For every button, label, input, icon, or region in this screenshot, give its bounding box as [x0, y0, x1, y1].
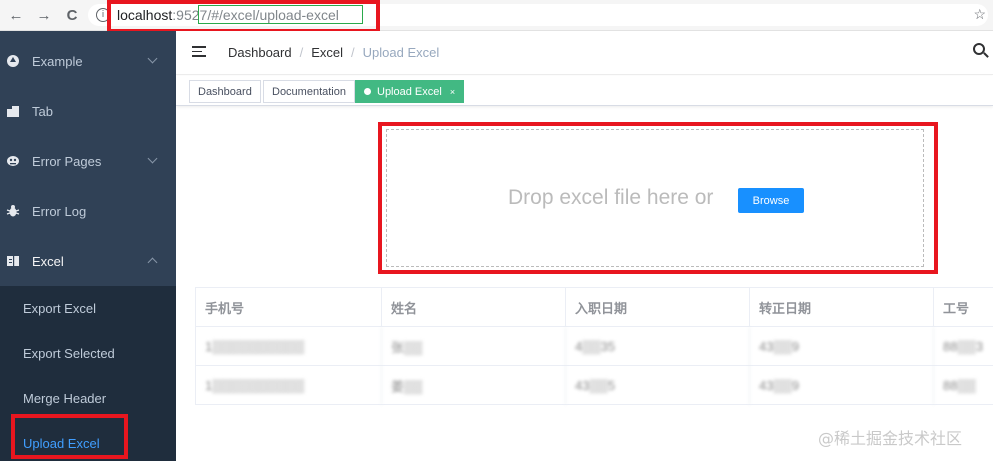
breadcrumb-dashboard[interactable]: Dashboard: [228, 45, 292, 60]
back-icon[interactable]: ←: [4, 3, 28, 27]
excel-icon: [6, 254, 20, 268]
tag-label: Upload Excel: [377, 85, 442, 98]
sidebar: Example Tab Error Pages Error Log Excel …: [0, 31, 176, 461]
sidebar-item-label: Error Pages: [32, 153, 102, 169]
table-cell: 姜▒▒: [382, 366, 566, 405]
tag-label: Documentation: [272, 85, 346, 98]
table-cell: 88▒▒: [943, 378, 976, 393]
column-header: 姓名: [382, 288, 566, 327]
upload-excel-highlight-box: [11, 414, 128, 459]
column-header: 工号: [943, 301, 970, 316]
sidebar-item-label: Error Log: [32, 203, 87, 219]
table-cell: 4▒▒35: [566, 327, 750, 366]
chevron-down-icon: [147, 153, 158, 164]
active-dot-icon: [364, 88, 371, 95]
sidebar-item-error-log[interactable]: Error Log: [0, 186, 176, 236]
table-cell: 43▒▒9: [750, 366, 934, 405]
sidebar-item-excel[interactable]: Excel: [0, 236, 176, 286]
table-cell: 张▒▒: [382, 327, 566, 366]
breadcrumb-separator: /: [351, 45, 355, 60]
bug-icon: [6, 204, 20, 218]
breadcrumb-excel[interactable]: Excel: [311, 45, 343, 60]
sidebar-item-error-pages[interactable]: Error Pages: [0, 136, 176, 186]
sidebar-item-export-selected[interactable]: Export Selected: [0, 331, 176, 376]
error-pages-icon: [6, 154, 20, 168]
sidebar-item-example[interactable]: Example: [0, 36, 176, 86]
hamburger-icon[interactable]: [192, 46, 206, 58]
reload-icon[interactable]: C: [60, 3, 84, 27]
watermark: @稀土掘金技术社区: [818, 429, 963, 448]
drop-zone-highlight-box: [378, 122, 938, 274]
sidebar-item-tab[interactable]: Tab: [0, 86, 176, 136]
sidebar-item-label: Excel: [32, 253, 64, 269]
tag-upload-excel[interactable]: Upload Excel ×: [355, 80, 465, 103]
column-header: 入职日期: [566, 288, 750, 327]
tab-icon: [6, 104, 20, 118]
search-icon[interactable]: [973, 43, 989, 59]
excel-table: 手机号 姓名 入职日期 转正日期 工号 1▒▒▒▒▒▒▒▒▒▒ 张▒▒ 4▒▒3…: [195, 287, 993, 405]
column-header: 转正日期: [750, 288, 934, 327]
table-cell: 43▒▒9: [750, 327, 934, 366]
tag-label: Dashboard: [198, 85, 252, 98]
sidebar-item-label: Example: [32, 53, 83, 69]
table-cell: 43▒▒5: [566, 366, 750, 405]
breadcrumb: Dashboard / Excel / Upload Excel: [228, 45, 439, 60]
url-path-highlight-box: [198, 5, 363, 24]
table-cell: 88▒▒3: [943, 339, 984, 354]
bookmark-star-icon[interactable]: ☆: [973, 6, 986, 23]
breadcrumb-separator: /: [299, 45, 304, 60]
close-icon[interactable]: ×: [450, 87, 455, 97]
example-icon: [6, 54, 20, 68]
navbar: Dashboard / Excel / Upload Excel: [176, 31, 993, 75]
table-row: 1▒▒▒▒▒▒▒▒▒▒ 姜▒▒ 43▒▒5 43▒▒9 88▒▒: [196, 366, 993, 405]
table-cell: 1▒▒▒▒▒▒▒▒▒▒: [196, 327, 382, 366]
forward-icon[interactable]: →: [32, 3, 56, 27]
tag-dashboard[interactable]: Dashboard: [189, 80, 261, 103]
table-cell: 1▒▒▒▒▒▒▒▒▒▒: [196, 366, 382, 405]
table-header-row: 手机号 姓名 入职日期 转正日期 工号: [196, 288, 993, 327]
tags-view: Dashboard Documentation Upload Excel ×: [176, 76, 993, 106]
sidebar-item-label: Tab: [32, 103, 53, 119]
chevron-up-icon: [147, 257, 158, 268]
sidebar-item-export-excel[interactable]: Export Excel: [0, 286, 176, 331]
breadcrumb-current: Upload Excel: [362, 45, 440, 60]
table-row: 1▒▒▒▒▒▒▒▒▒▒ 张▒▒ 4▒▒35 43▒▒9 88▒▒3: [196, 327, 993, 366]
column-header: 手机号: [196, 288, 382, 327]
tag-documentation[interactable]: Documentation: [263, 80, 355, 103]
chevron-down-icon: [147, 53, 158, 64]
